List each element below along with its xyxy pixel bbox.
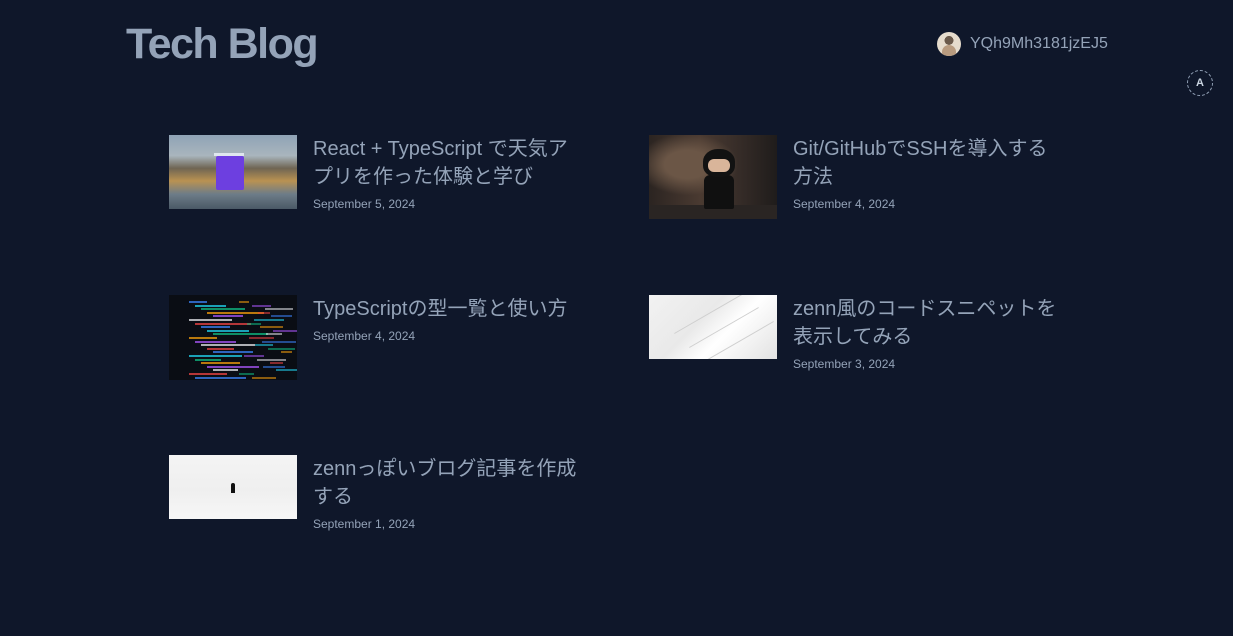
- post-title[interactable]: Git/GitHubでSSHを導入する方法: [793, 135, 1063, 191]
- post-date: September 4, 2024: [313, 329, 416, 343]
- post-card[interactable]: TypeScriptの型一覧と使い方 September 4, 2024: [169, 295, 583, 380]
- thumbnail-detail: [213, 369, 238, 372]
- thumbnail-detail: [704, 321, 774, 359]
- username[interactable]: YQh9Mh3181jzEJ5: [970, 35, 1108, 53]
- post-text: zenn風のコードスニペットを表示してみる September 3, 2024: [793, 295, 1063, 371]
- post-date: September 3, 2024: [793, 357, 896, 371]
- code-screen-thumbnail[interactable]: [169, 295, 297, 380]
- thumbnail-detail: [281, 351, 292, 354]
- thumbnail-detail: [270, 362, 283, 365]
- post-date: September 5, 2024: [313, 197, 416, 211]
- post-card[interactable]: React + TypeScript で天気アプリを作った体験と学び Septe…: [169, 135, 583, 211]
- thumbnail-detail: [189, 319, 232, 321]
- thumbnail-detail: [258, 311, 270, 314]
- thumbnail-detail: [265, 308, 293, 311]
- thumbnail-detail: [276, 369, 297, 372]
- thumbnail-detail: [231, 483, 235, 493]
- thumbnail-detail: [257, 358, 286, 361]
- thumbnail-detail: [213, 333, 268, 336]
- post-text: React + TypeScript で天気アプリを作った体験と学び Septe…: [313, 135, 583, 211]
- post-text: Git/GitHubでSSHを導入する方法 September 4, 2024: [793, 135, 1063, 219]
- post-title[interactable]: zenn風のコードスニペットを表示してみる: [793, 295, 1063, 351]
- octocat-thumbnail[interactable]: [649, 135, 777, 219]
- thumbnail-detail: [195, 322, 251, 325]
- post-date: September 4, 2024: [793, 197, 896, 211]
- thumbnail-detail: [239, 373, 254, 375]
- thumbnail-detail: [207, 311, 264, 314]
- site-title[interactable]: Tech Blog: [126, 20, 319, 68]
- user-menu[interactable]: YQh9Mh3181jzEJ5: [937, 32, 1108, 56]
- thumbnail-detail: [201, 326, 230, 329]
- thumbnail-detail: [189, 337, 217, 339]
- thumbnail-detail: [201, 362, 240, 365]
- thumbnail-detail: [201, 308, 245, 311]
- thumbnail-detail: [189, 301, 207, 303]
- thumbnail-detail: [255, 344, 273, 347]
- thumbnail-detail: [244, 355, 264, 357]
- thumbnail-detail: [263, 365, 285, 368]
- thumbnail-detail: [195, 304, 226, 307]
- thumbnail-detail: [201, 344, 255, 347]
- thumbnail-detail: [689, 307, 759, 348]
- post-card[interactable]: Git/GitHubでSSHを導入する方法 September 4, 2024: [649, 135, 1063, 219]
- avatar[interactable]: [937, 32, 961, 56]
- thumbnail-detail: [252, 376, 276, 379]
- thumbnail-detail: [216, 156, 244, 190]
- post-title[interactable]: TypeScriptの型一覧と使い方: [313, 295, 583, 323]
- thumbnail-detail: [260, 326, 283, 329]
- thumbnail-detail: [708, 159, 730, 172]
- thumbnail-detail: [239, 301, 249, 303]
- thumbnail-detail: [213, 315, 243, 318]
- post-text: TypeScriptの型一覧と使い方 September 4, 2024: [313, 295, 583, 380]
- post-date: September 1, 2024: [313, 517, 416, 531]
- thumbnail-detail: [195, 376, 246, 379]
- post-title[interactable]: zennっぽいブログ記事を作成する: [313, 455, 583, 511]
- thumbnail-detail: [268, 347, 295, 350]
- thumbnail-detail: [674, 295, 744, 334]
- thumbnail-detail: [207, 329, 249, 332]
- weather-app-thumbnail[interactable]: [169, 135, 297, 209]
- thumbnail-detail: [252, 304, 271, 307]
- thumbnail-detail: [704, 175, 734, 209]
- thumbnail-detail: [262, 340, 296, 343]
- page: Tech Blog YQh9Mh3181jzEJ5 A React + Type…: [0, 0, 1233, 636]
- thumbnail-detail: [247, 322, 261, 325]
- thumbnail-detail: [195, 358, 221, 361]
- thumbnail-detail: [189, 373, 227, 375]
- thumbnail-detail: [213, 351, 253, 354]
- thumbnail-detail: [207, 347, 234, 350]
- thumbnail-detail: [266, 333, 282, 336]
- thumbnail-detail: [254, 319, 284, 321]
- snow-thumbnail[interactable]: [169, 455, 297, 519]
- thumbnail-detail: [207, 365, 259, 368]
- post-text: zennっぽいブログ記事を作成する September 1, 2024: [313, 455, 583, 531]
- post-card[interactable]: zennっぽいブログ記事を作成する September 1, 2024: [169, 455, 583, 531]
- stairs-thumbnail[interactable]: [649, 295, 777, 359]
- post-title[interactable]: React + TypeScript で天気アプリを作った体験と学び: [313, 135, 583, 191]
- thumbnail-detail: [271, 315, 292, 318]
- thumbnail-detail: [195, 340, 236, 343]
- post-card[interactable]: zenn風のコードスニペットを表示してみる September 3, 2024: [649, 295, 1063, 371]
- thumbnail-detail: [189, 355, 242, 357]
- accessibility-button[interactable]: A: [1187, 70, 1213, 96]
- thumbnail-detail: [249, 337, 274, 339]
- thumbnail-detail: [273, 329, 297, 332]
